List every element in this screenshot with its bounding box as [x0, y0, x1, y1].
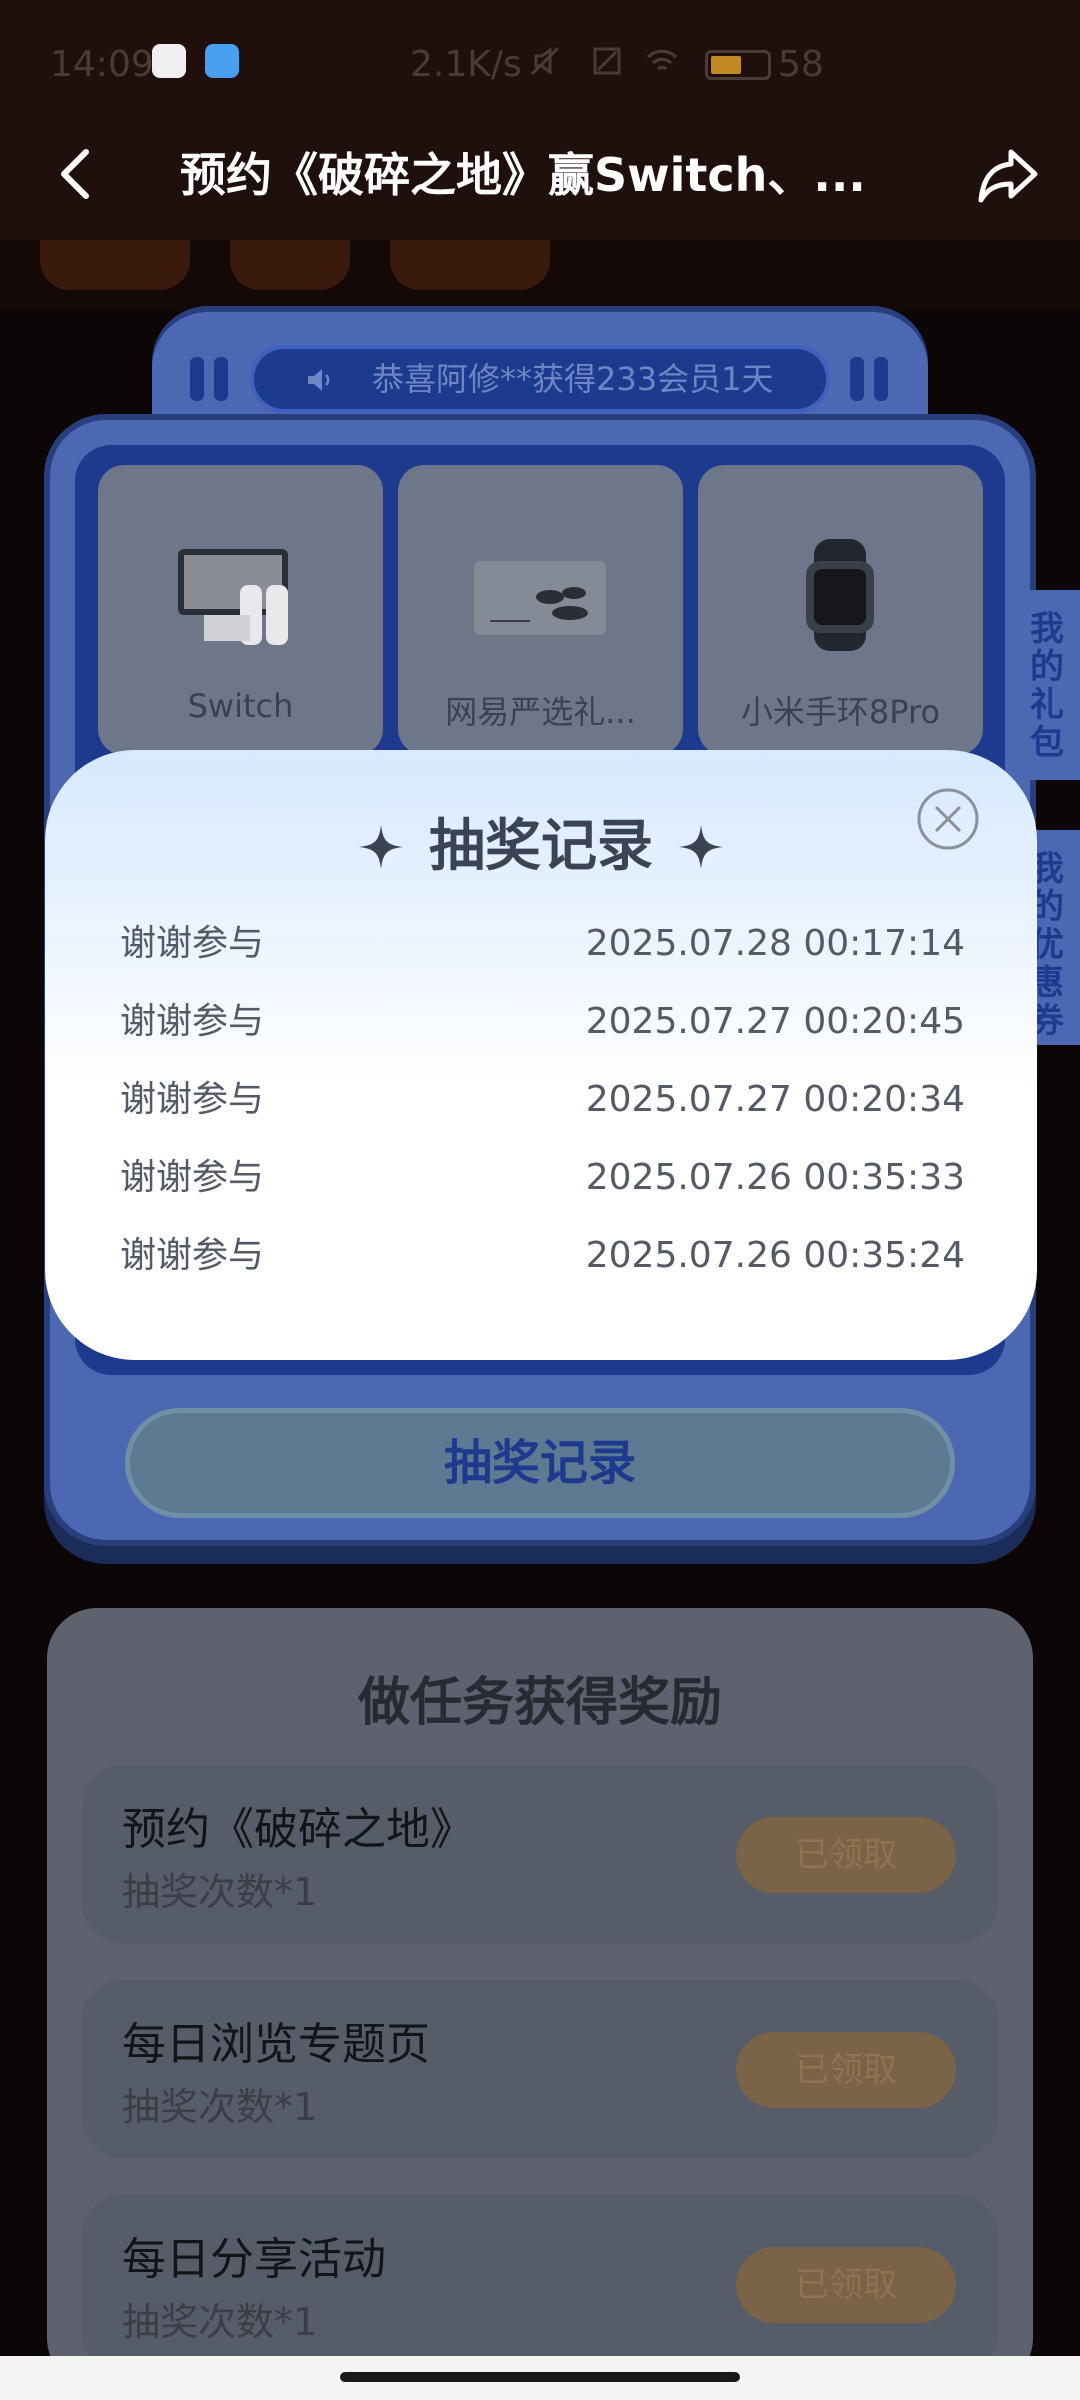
task-row: 预约《破碎之地》 抽奖次数*1 已领取 [82, 1765, 998, 1943]
task-panel-title: 做任务获得奖励 [0, 1660, 1080, 1735]
draw-record-button[interactable]: 抽奖记录 [125, 1408, 955, 1518]
task-name: 每日浏览专题页 [122, 2019, 430, 2070]
prize-label: 网易严选礼... [445, 693, 636, 731]
smart-band-image [806, 539, 874, 651]
record-result: 谢谢参与 [120, 1235, 265, 1276]
app-notification-icon [152, 44, 186, 78]
mute-icon [530, 46, 560, 76]
record-time: 2025.07.27 00:20:45 [585, 1001, 965, 1042]
share-icon[interactable] [975, 142, 1041, 208]
decor-bars-icon [848, 357, 892, 401]
battery-level: 58 [778, 44, 824, 85]
task-row: 每日分享活动 抽奖次数*1 已领取 [82, 2195, 998, 2373]
claimed-button[interactable]: 已领取 [736, 2032, 956, 2108]
record-row: 谢谢参与 2025.07.27 00:20:45 [120, 992, 965, 1052]
app-notification-icon [205, 44, 239, 78]
close-icon[interactable] [916, 787, 980, 851]
gift-card-image [474, 561, 606, 635]
task-reward: 抽奖次数*1 [122, 1870, 318, 1914]
speaker-icon [308, 369, 330, 391]
claimed-button[interactable]: 已领取 [736, 2247, 956, 2323]
task-title-text: 做任务获得奖励 [357, 1673, 722, 1733]
navigation-bar [0, 2356, 1080, 2400]
winner-ticker: 恭喜阿修**获得233会员1天 [250, 345, 830, 413]
battery-icon [705, 50, 771, 80]
claimed-button[interactable]: 已领取 [736, 1817, 956, 1893]
draw-record-modal: 抽奖记录 谢谢参与 2025.07.28 00:17:14 谢谢参与 2025.… [45, 750, 1037, 1360]
sparkle-icon [359, 825, 403, 869]
my-gifts-tab[interactable]: 我的礼包 [1014, 590, 1080, 780]
app-header: 预约《破碎之地》赢Switch、... [0, 110, 1080, 240]
prize-label: 小米手环8Pro [740, 693, 941, 731]
record-time: 2025.07.26 00:35:24 [585, 1235, 965, 1276]
back-arrow-icon[interactable] [48, 144, 108, 204]
prize-label: Switch [187, 687, 294, 725]
no-sim-icon [593, 47, 621, 75]
prize-card-gift: 网易严选礼... [398, 465, 683, 755]
wifi-icon [646, 49, 678, 71]
record-result: 谢谢参与 [120, 1157, 265, 1198]
network-speed: 2.1K/s [410, 44, 522, 85]
task-name: 每日分享活动 [122, 2234, 386, 2285]
prize-card-switch: Switch [98, 465, 383, 755]
banner-strip [0, 240, 1080, 310]
record-time: 2025.07.27 00:20:34 [585, 1079, 965, 1120]
sparkle-icon [679, 825, 723, 869]
decor-bars-icon [188, 357, 232, 401]
record-row: 谢谢参与 2025.07.28 00:17:14 [120, 914, 965, 974]
modal-title-text: 抽奖记录 [429, 814, 653, 879]
record-result: 谢谢参与 [120, 1001, 265, 1042]
task-reward: 抽奖次数*1 [122, 2085, 318, 2129]
record-result: 谢谢参与 [120, 923, 265, 964]
record-row: 谢谢参与 2025.07.27 00:20:34 [120, 1070, 965, 1130]
task-name: 预约《破碎之地》 [122, 1804, 474, 1855]
switch-console-image [178, 549, 288, 645]
ticker-text: 恭喜阿修**获得233会员1天 [372, 360, 774, 398]
record-time: 2025.07.26 00:35:33 [585, 1157, 965, 1198]
prize-card-band: 小米手环8Pro [698, 465, 983, 755]
status-time: 14:09 [50, 44, 154, 85]
record-row: 谢谢参与 2025.07.26 00:35:24 [120, 1226, 965, 1286]
task-row: 每日浏览专题页 抽奖次数*1 已领取 [82, 1980, 998, 2158]
page-title: 预约《破碎之地》赢Switch、... [180, 148, 866, 202]
task-reward: 抽奖次数*1 [122, 2300, 318, 2344]
record-time: 2025.07.28 00:17:14 [585, 923, 965, 964]
home-indicator[interactable] [340, 2372, 740, 2382]
modal-title: 抽奖记录 [45, 812, 1037, 882]
record-result: 谢谢参与 [120, 1079, 265, 1120]
record-row: 谢谢参与 2025.07.26 00:35:33 [120, 1148, 965, 1208]
